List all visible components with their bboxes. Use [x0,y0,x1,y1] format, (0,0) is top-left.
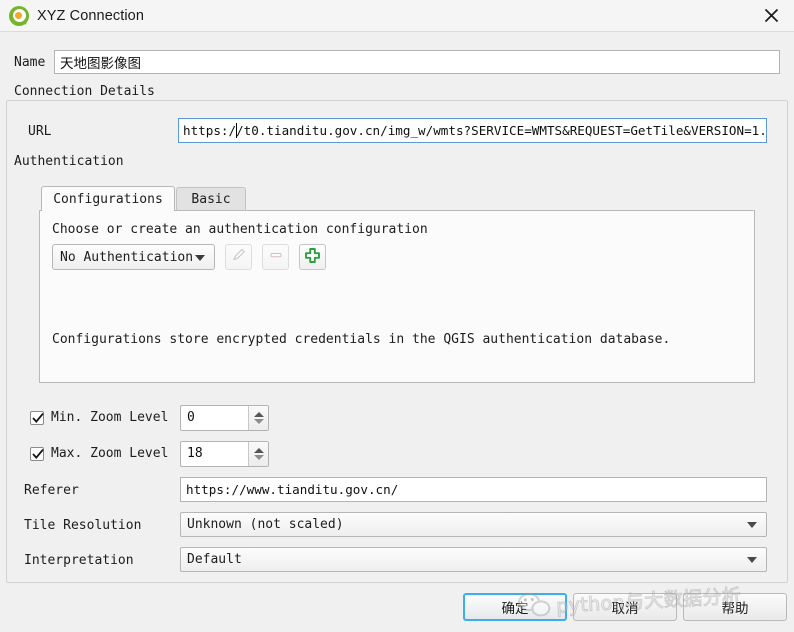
chevron-down-icon [195,255,205,261]
tile-resolution-select[interactable]: Unknown (not scaled) [180,512,767,537]
tab-basic[interactable]: Basic [176,187,246,210]
xyz-connection-dialog: XYZ Connection Name Connection Details U… [0,0,794,632]
min-zoom-value: 0 [187,410,195,425]
auth-tabstrip: Configurations Basic [39,186,755,211]
max-zoom-stepper[interactable]: 18 [180,441,269,467]
max-zoom-checkbox[interactable] [30,447,44,461]
ok-button[interactable]: 确定 [463,593,567,621]
url-text-before-caret: https:/ [183,123,237,138]
url-label: URL [28,124,52,139]
min-zoom-checkbox[interactable] [30,411,44,425]
remove-config-button[interactable] [262,244,289,270]
referer-input[interactable] [180,477,767,502]
interpretation-value: Default [187,552,242,567]
name-label: Name [14,55,46,70]
cancel-button[interactable]: 取消 [573,593,677,621]
url-text-after-caret: /t0.tianditu.gov.cn/img_w/wmts?SERVICE=W… [236,123,767,138]
tile-resolution-value: Unknown (not scaled) [187,517,344,532]
interpretation-label: Interpretation [24,553,134,568]
min-zoom-stepper[interactable]: 0 [180,405,269,431]
max-zoom-spin-buttons[interactable] [248,442,268,466]
chevron-down-icon [747,522,757,528]
edit-config-button[interactable] [225,244,252,270]
authentication-label: Authentication [14,154,124,169]
max-zoom-value: 18 [187,446,203,461]
name-input[interactable] [54,50,780,74]
close-icon[interactable] [748,0,794,31]
window-title: XYZ Connection [37,7,144,24]
interpretation-select[interactable]: Default [180,547,767,572]
tab-configurations[interactable]: Configurations [41,186,175,211]
plus-icon [304,247,321,268]
add-config-button[interactable] [299,244,326,270]
spin-down-icon [253,455,264,460]
auth-info-text: Configurations store encrypted credentia… [52,332,671,347]
min-zoom-spin-buttons[interactable] [248,406,268,430]
referer-label: Referer [24,483,79,498]
pencil-icon [231,247,247,267]
choose-config-label: Choose or create an authentication confi… [52,222,428,237]
help-button[interactable]: 帮助 [683,593,787,621]
auth-config-value: No Authentication [60,249,194,265]
chevron-down-icon [747,557,757,563]
max-zoom-label: Max. Zoom Level [51,446,169,461]
min-zoom-label: Min. Zoom Level [51,410,169,425]
title-bar: XYZ Connection [0,0,794,32]
qgis-logo-icon [9,5,29,26]
auth-tab-page: Choose or create an authentication confi… [39,210,755,383]
tile-resolution-label: Tile Resolution [24,518,142,533]
spin-down-icon [253,419,264,424]
authentication-panel: Configurations Basic Choose or create an… [39,186,755,383]
spin-up-icon [253,448,264,453]
url-input[interactable]: https://t0.tianditu.gov.cn/img_w/wmts?SE… [178,118,767,143]
connection-details-label: Connection Details [14,84,155,99]
spin-up-icon [253,412,264,417]
minus-icon [268,247,284,267]
auth-config-select[interactable]: No Authentication [52,244,215,270]
